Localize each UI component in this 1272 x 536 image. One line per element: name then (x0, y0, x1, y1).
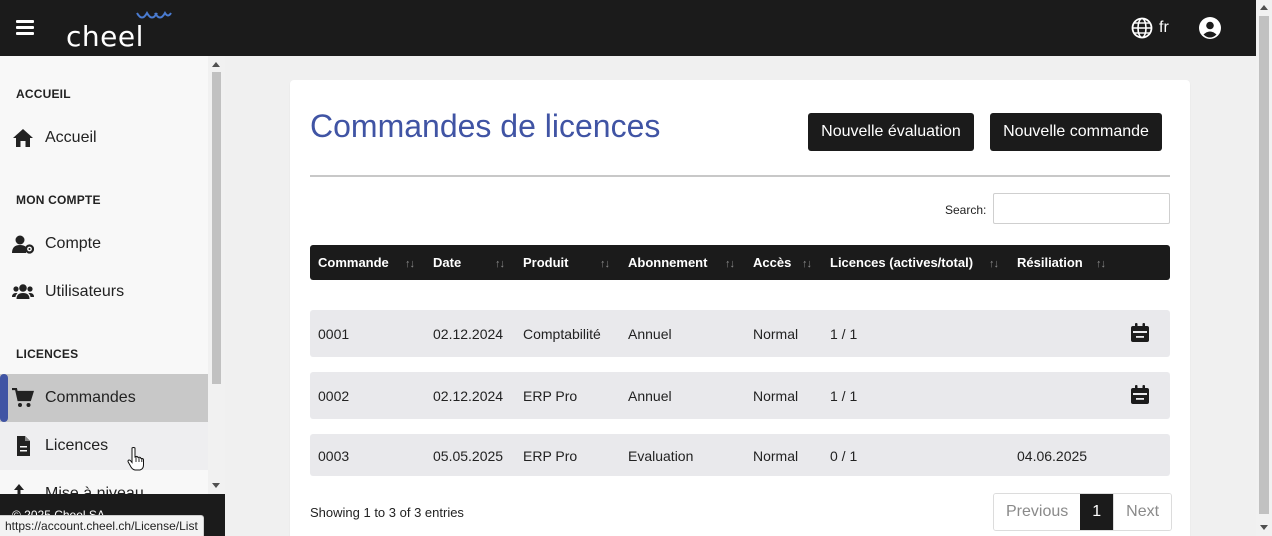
new-evaluation-button[interactable]: Nouvelle évaluation (808, 113, 974, 151)
sidebar-section-licences: LICENCES (16, 347, 79, 361)
hand-cursor-icon (127, 447, 144, 471)
sidebar-item-mise-a-niveau[interactable]: Mise à niveau (0, 470, 208, 494)
cell-abonnement: Annuel (628, 388, 672, 404)
page-scrollbar-thumb[interactable] (1259, 16, 1269, 514)
sort-icon[interactable]: ↑↓ (802, 245, 812, 280)
hamburger-menu-icon[interactable] (16, 20, 34, 36)
column-header-abonnement[interactable]: Abonnement (628, 245, 707, 280)
page-title: Commandes de licences (310, 108, 661, 144)
cell-licences: 0 / 1 (830, 448, 858, 464)
sidebar-section-mon-compte: MON COMPTE (16, 193, 101, 207)
logo[interactable]: cheel (64, 8, 184, 53)
table-row: 0002 02.12.2024 ERP Pro Annuel Normal 1 … (310, 372, 1170, 419)
cell-date: 02.12.2024 (433, 388, 504, 404)
home-icon (13, 129, 33, 147)
pagination-previous[interactable]: Previous (994, 494, 1081, 530)
sidebar-item-licences[interactable]: Licences (0, 422, 208, 470)
top-bar: cheel fr (0, 0, 1256, 56)
cell-resiliation: 04.06.2025 (1017, 448, 1088, 464)
page-scrollbar[interactable] (1256, 0, 1272, 536)
sort-icon[interactable]: ↑↓ (600, 245, 610, 280)
sidebar-item-label: Utilisateurs (45, 283, 125, 300)
cell-abonnement: Evaluation (628, 448, 694, 464)
column-header-commande[interactable]: Commande (318, 245, 389, 280)
new-order-button[interactable]: Nouvelle commande (990, 113, 1162, 151)
sort-icon[interactable]: ↑↓ (1096, 245, 1106, 280)
column-header-licences[interactable]: Licences (actives/total) (830, 245, 973, 280)
sidebar-item-label: Licences (45, 437, 109, 454)
cell-licences: 1 / 1 (830, 388, 858, 404)
arrow-up-icon (14, 484, 24, 494)
search-label: Search: (945, 203, 987, 217)
users-icon (12, 284, 34, 299)
column-header-resiliation[interactable]: Résiliation (1017, 245, 1083, 280)
cell-produit: Comptabilité (523, 326, 601, 342)
file-icon (17, 436, 30, 456)
cell-acces: Normal (753, 326, 799, 342)
sidebar-item-utilisateurs[interactable]: Utilisateurs (0, 268, 208, 316)
table-row: 0001 02.12.2024 Comptabilité Annuel Norm… (310, 310, 1170, 357)
logo-waves-icon (136, 10, 172, 19)
sidebar-item-label: Compte (45, 235, 102, 252)
sidebar-item-accueil[interactable]: Accueil (0, 114, 208, 162)
column-header-date[interactable]: Date (433, 245, 461, 280)
language-label: fr (1159, 19, 1169, 36)
table-row: 0003 05.05.2025 ERP Pro Evaluation Norma… (310, 434, 1170, 476)
sidebar-section-accueil: ACCUEIL (16, 87, 71, 101)
table-header: Commande ↑↓ Date ↑↓ Produit ↑↓ Abonnemen… (310, 245, 1170, 280)
sort-icon[interactable]: ↑↓ (495, 245, 505, 280)
sort-icon[interactable]: ↑↓ (405, 245, 415, 280)
cell-commande: 0003 (318, 448, 350, 464)
sidebar-item-commandes[interactable]: Commandes (0, 374, 208, 422)
sidebar-scrollbar[interactable] (208, 56, 225, 494)
pagination-next[interactable]: Next (1113, 494, 1172, 530)
cell-licences: 1 / 1 (830, 326, 858, 342)
column-header-produit[interactable]: Produit (523, 245, 569, 280)
entries-info: Showing 1 to 3 of 3 entries (310, 505, 464, 520)
cell-abonnement: Annuel (628, 326, 672, 342)
status-bar-url: https://account.cheel.ch/License/List (0, 515, 204, 536)
language-selector[interactable]: fr (1131, 17, 1169, 39)
cell-commande: 0001 (318, 326, 350, 342)
pagination-page-1[interactable]: 1 (1080, 494, 1114, 530)
cell-acces: Normal (753, 388, 799, 404)
main-card: Commandes de licences Nouvelle évaluatio… (290, 80, 1190, 536)
sidebar-scrollbar-thumb[interactable] (212, 72, 221, 384)
logo-text: cheel (66, 20, 144, 53)
sidebar-item-compte[interactable]: Compte (0, 220, 208, 268)
sidebar: ACCUEIL Accueil MON COMPTE Compte Utilis… (0, 56, 225, 494)
cell-acces: Normal (753, 448, 799, 464)
cell-date: 02.12.2024 (433, 326, 504, 342)
sidebar-item-label: Commandes (45, 389, 136, 406)
calendar-icon[interactable] (1130, 385, 1150, 405)
column-header-acces[interactable]: Accès (753, 245, 791, 280)
sidebar-item-label: Accueil (45, 129, 97, 146)
cell-produit: ERP Pro (523, 388, 578, 404)
sort-icon[interactable]: ↑↓ (989, 245, 999, 280)
cell-date: 05.05.2025 (433, 448, 504, 464)
cart-icon (12, 388, 34, 407)
calendar-icon[interactable] (1130, 323, 1150, 343)
pagination: Previous 1 Next (993, 493, 1173, 531)
globe-icon (1131, 17, 1153, 39)
search-input[interactable] (993, 193, 1170, 224)
sidebar-item-label: Mise à niveau (45, 485, 144, 494)
title-divider (310, 175, 1170, 177)
user-account-icon[interactable] (1199, 17, 1221, 39)
user-gear-icon (12, 235, 34, 254)
cell-commande: 0002 (318, 388, 350, 404)
sort-icon[interactable]: ↑↓ (725, 245, 735, 280)
cell-produit: ERP Pro (523, 448, 578, 464)
